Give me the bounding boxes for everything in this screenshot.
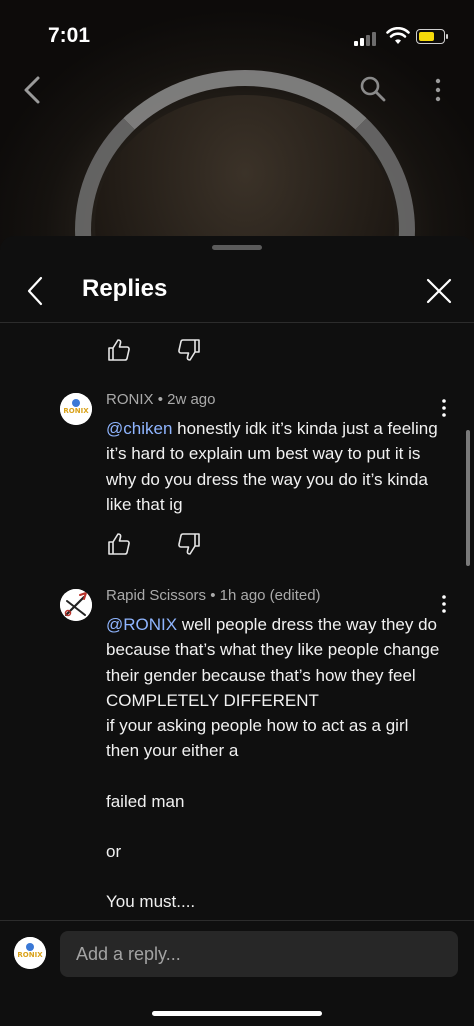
scrollbar[interactable] <box>466 430 470 566</box>
avatar[interactable] <box>60 589 92 621</box>
ronix-logo-icon: RONIX <box>60 393 92 425</box>
back-arrow-icon[interactable] <box>22 274 48 308</box>
status-bar: 7:01 <box>0 0 474 70</box>
home-indicator[interactable] <box>152 1011 322 1016</box>
video-controls <box>0 70 474 110</box>
more-vert-icon[interactable] <box>436 397 452 419</box>
replies-list[interactable]: RONIX RONIX • 2w ago @chiken honestly id… <box>0 323 474 923</box>
svg-text:RONIX: RONIX <box>17 951 43 959</box>
comment-author[interactable]: Rapid Scissors <box>106 587 206 604</box>
avatar: RONIX <box>14 937 46 969</box>
comment-meta: Rapid Scissors • 1h ago (edited) <box>106 587 321 604</box>
phone-screen: 7:01 Replies RONIX RONIX • 2w ago @chike… <box>0 0 474 1026</box>
comment-author[interactable]: RONIX <box>106 391 154 408</box>
close-icon[interactable] <box>424 276 454 306</box>
like-icon[interactable] <box>106 337 132 363</box>
page-title: Replies <box>82 275 168 302</box>
back-arrow-icon[interactable] <box>18 74 46 106</box>
drag-handle[interactable] <box>212 245 262 250</box>
comment-body: @chiken honestly idk it’s kinda just a f… <box>106 416 444 517</box>
scissors-logo-icon <box>60 589 92 621</box>
more-vert-icon[interactable] <box>436 593 452 615</box>
wifi-icon <box>386 27 410 44</box>
comment-text: if your asking people how to act as a gi… <box>106 716 409 761</box>
comment-text: failed man <box>106 791 185 811</box>
comment-age: 1h ago (edited) <box>219 587 321 604</box>
replies-sheet: Replies RONIX RONIX • 2w ago @chiken hon… <box>0 236 474 1026</box>
like-icon[interactable] <box>106 531 132 557</box>
ronix-logo-icon: RONIX <box>14 937 46 969</box>
comment-text: or <box>106 842 122 862</box>
comment-age: 2w ago <box>167 391 216 408</box>
comment-meta: RONIX • 2w ago <box>106 391 216 408</box>
reply-composer: RONIX <box>0 920 474 1026</box>
svg-text:RONIX: RONIX <box>63 407 89 415</box>
comment-actions <box>106 337 226 367</box>
battery-icon <box>416 29 448 44</box>
sheet-header: Replies <box>0 258 474 323</box>
mention-link[interactable]: @RONIX <box>106 615 177 634</box>
dislike-icon[interactable] <box>176 337 202 363</box>
avatar[interactable]: RONIX <box>60 393 92 425</box>
more-vert-icon[interactable] <box>428 76 448 104</box>
search-icon[interactable] <box>358 74 388 104</box>
comment-body: @RONIX well people dress the way they do… <box>106 612 444 915</box>
mention-link[interactable]: @chiken <box>106 419 172 438</box>
reply-comment: Rapid Scissors • 1h ago (edited) @RONIX … <box>0 585 474 923</box>
comment-text: You must.... <box>106 892 196 912</box>
reply-comment: RONIX RONIX • 2w ago @chiken honestly id… <box>0 389 474 569</box>
comment-actions <box>106 531 226 561</box>
cellular-signal-icon <box>354 30 380 46</box>
status-time: 7:01 <box>48 24 91 47</box>
reply-input[interactable] <box>60 931 458 977</box>
dislike-icon[interactable] <box>176 531 202 557</box>
